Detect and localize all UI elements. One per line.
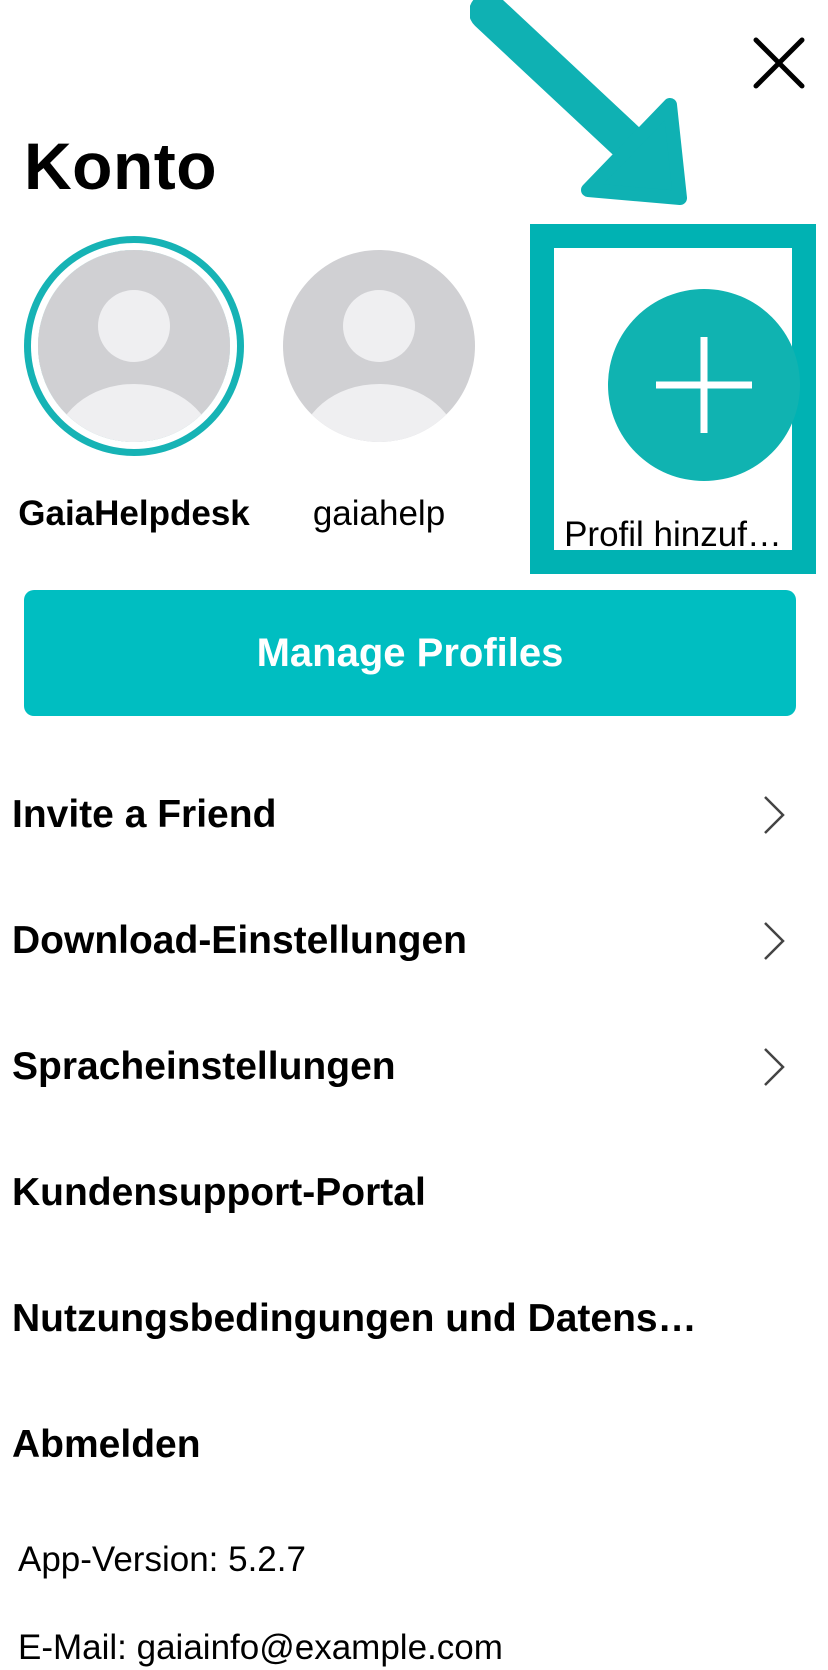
menu-item-support-portal[interactable]: Kundensupport-Portal [0, 1130, 828, 1256]
avatar [38, 250, 230, 442]
manage-profiles-button[interactable]: Manage Profiles [24, 590, 796, 716]
chevron-right-icon [762, 794, 786, 836]
profile-name: GaiaHelpdesk [18, 494, 250, 533]
menu-item-invite-friend[interactable]: Invite a Friend [0, 752, 828, 878]
chevron-right-icon [762, 1046, 786, 1088]
plus-icon [656, 337, 752, 433]
person-avatar-icon [38, 250, 230, 442]
close-button[interactable] [752, 36, 806, 90]
add-profile-circle [608, 289, 800, 481]
menu-item-label: Download-Einstellungen [12, 919, 467, 962]
profile-gaiahelp[interactable]: gaiahelp [259, 250, 499, 550]
menu-item-logout[interactable]: Abmelden [0, 1382, 828, 1508]
add-profile-button[interactable]: Profil hinzuf… [530, 224, 816, 574]
menu-item-language-settings[interactable]: Spracheinstellungen [0, 1004, 828, 1130]
annotation-arrow-icon [470, 0, 730, 215]
profile-name: gaiahelp [312, 494, 446, 533]
profile-gaiahelpdesk[interactable]: GaiaHelpdesk [14, 250, 254, 550]
menu-item-label: Spracheinstellungen [12, 1045, 396, 1088]
email-text: E-Mail: gaiainfo@example.com [18, 1628, 503, 1667]
menu-item-download-settings[interactable]: Download-Einstellungen [0, 878, 828, 1004]
avatar [283, 250, 475, 442]
chevron-right-icon [762, 920, 786, 962]
menu-item-label: Kundensupport-Portal [12, 1171, 426, 1214]
menu-item-label: Invite a Friend [12, 793, 277, 836]
close-icon [753, 37, 805, 89]
person-avatar-icon [283, 250, 475, 442]
menu-item-terms-privacy[interactable]: Nutzungsbedingungen und Datens… [0, 1256, 828, 1382]
menu-item-label: Nutzungsbedingungen und Datens… [12, 1297, 697, 1340]
app-version-text: App-Version: 5.2.7 [18, 1540, 306, 1579]
menu-item-label: Abmelden [12, 1423, 201, 1466]
page-title: Konto [24, 129, 218, 203]
add-profile-label: Profil hinzuf… [564, 515, 782, 554]
